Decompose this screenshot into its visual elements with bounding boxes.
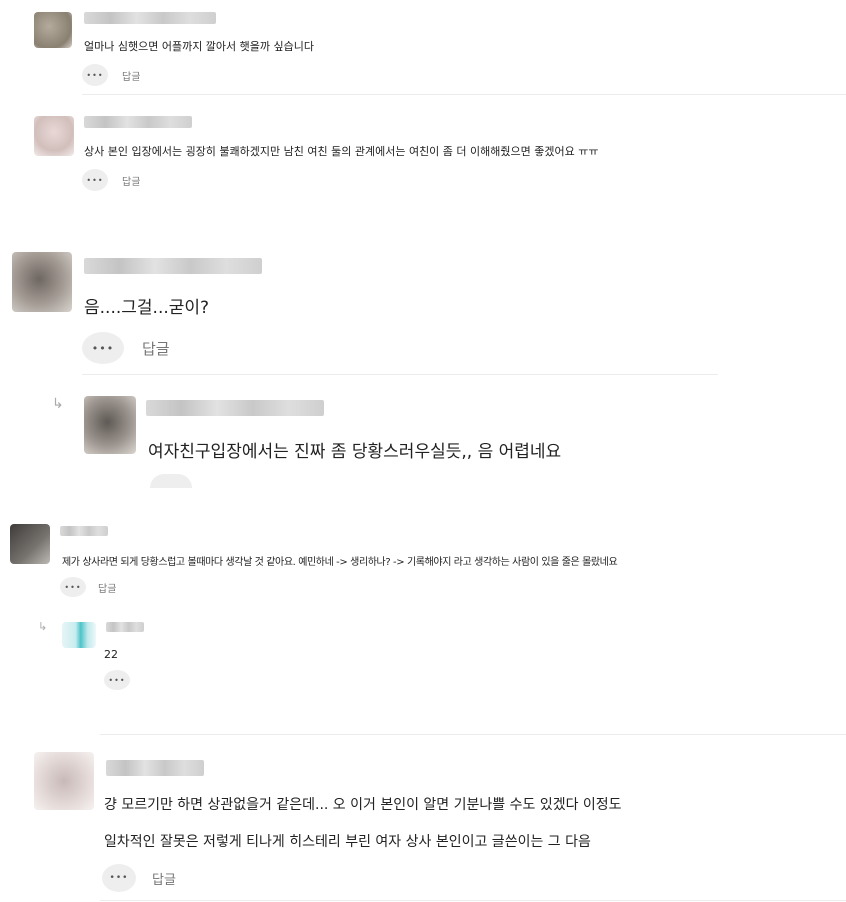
- reply-button[interactable]: 답글: [122, 173, 140, 188]
- more-options-button[interactable]: •••: [82, 169, 108, 191]
- divider: [100, 900, 846, 901]
- more-options-button[interactable]: •••: [60, 577, 86, 597]
- more-options-button[interactable]: •••: [82, 64, 108, 86]
- divider: [100, 734, 846, 735]
- comment-text: 제가 상사라면 되게 당황스럽고 볼때마다 생각날 것 같아요. 예민하네 ->…: [62, 557, 618, 568]
- more-options-button[interactable]: •••: [102, 864, 136, 892]
- avatar: [34, 12, 72, 48]
- blurred-username: [84, 12, 216, 24]
- reply-button[interactable]: 답글: [98, 580, 116, 595]
- more-options-button[interactable]: •••: [104, 670, 130, 690]
- divider: [82, 374, 718, 375]
- blurred-username: [84, 116, 192, 128]
- reply-button[interactable]: 답글: [152, 869, 176, 888]
- reply-arrow-icon: ↳: [52, 396, 64, 412]
- blurred-username: [146, 400, 324, 416]
- comment-text-line1: 걍 모르기만 하면 상관없을거 같은데... 오 이거 본인이 알면 기분나쁠 …: [104, 797, 622, 813]
- comment-text: 여자친구입장에서는 진짜 좀 당황스러우실듯,, 음 어렵네요: [148, 442, 562, 462]
- avatar: [62, 622, 96, 648]
- blurred-username: [106, 760, 204, 776]
- blurred-username: [84, 258, 262, 274]
- avatar: [34, 752, 94, 810]
- reply-button[interactable]: 답글: [122, 68, 140, 83]
- reply-arrow-icon: ↳: [38, 620, 48, 633]
- comment-text: 얼마나 심햇으면 어플까지 깔아서 햇을까 싶습니다: [84, 40, 315, 53]
- blurred-username: [60, 526, 108, 536]
- comment-text: 22: [104, 648, 118, 661]
- avatar: [84, 396, 136, 454]
- comment-text-line2: 일차적인 잘못은 저렇게 티나게 히스테리 부린 여자 상사 본인이고 글쓴이는…: [104, 834, 591, 850]
- reply-button[interactable]: 답글: [142, 338, 170, 359]
- comment-text: 음....그걸...굳이?: [84, 298, 210, 318]
- more-options-button[interactable]: •••: [82, 332, 124, 364]
- more-options-button[interactable]: [150, 474, 192, 488]
- avatar: [34, 116, 74, 156]
- divider: [82, 94, 846, 95]
- comment-text: 상사 본인 입장에서는 굉장히 불쾌하겠지만 남친 여친 둘의 관계에서는 여친…: [84, 145, 599, 158]
- avatar: [10, 524, 50, 564]
- avatar: [12, 252, 72, 312]
- blurred-username: [106, 622, 144, 632]
